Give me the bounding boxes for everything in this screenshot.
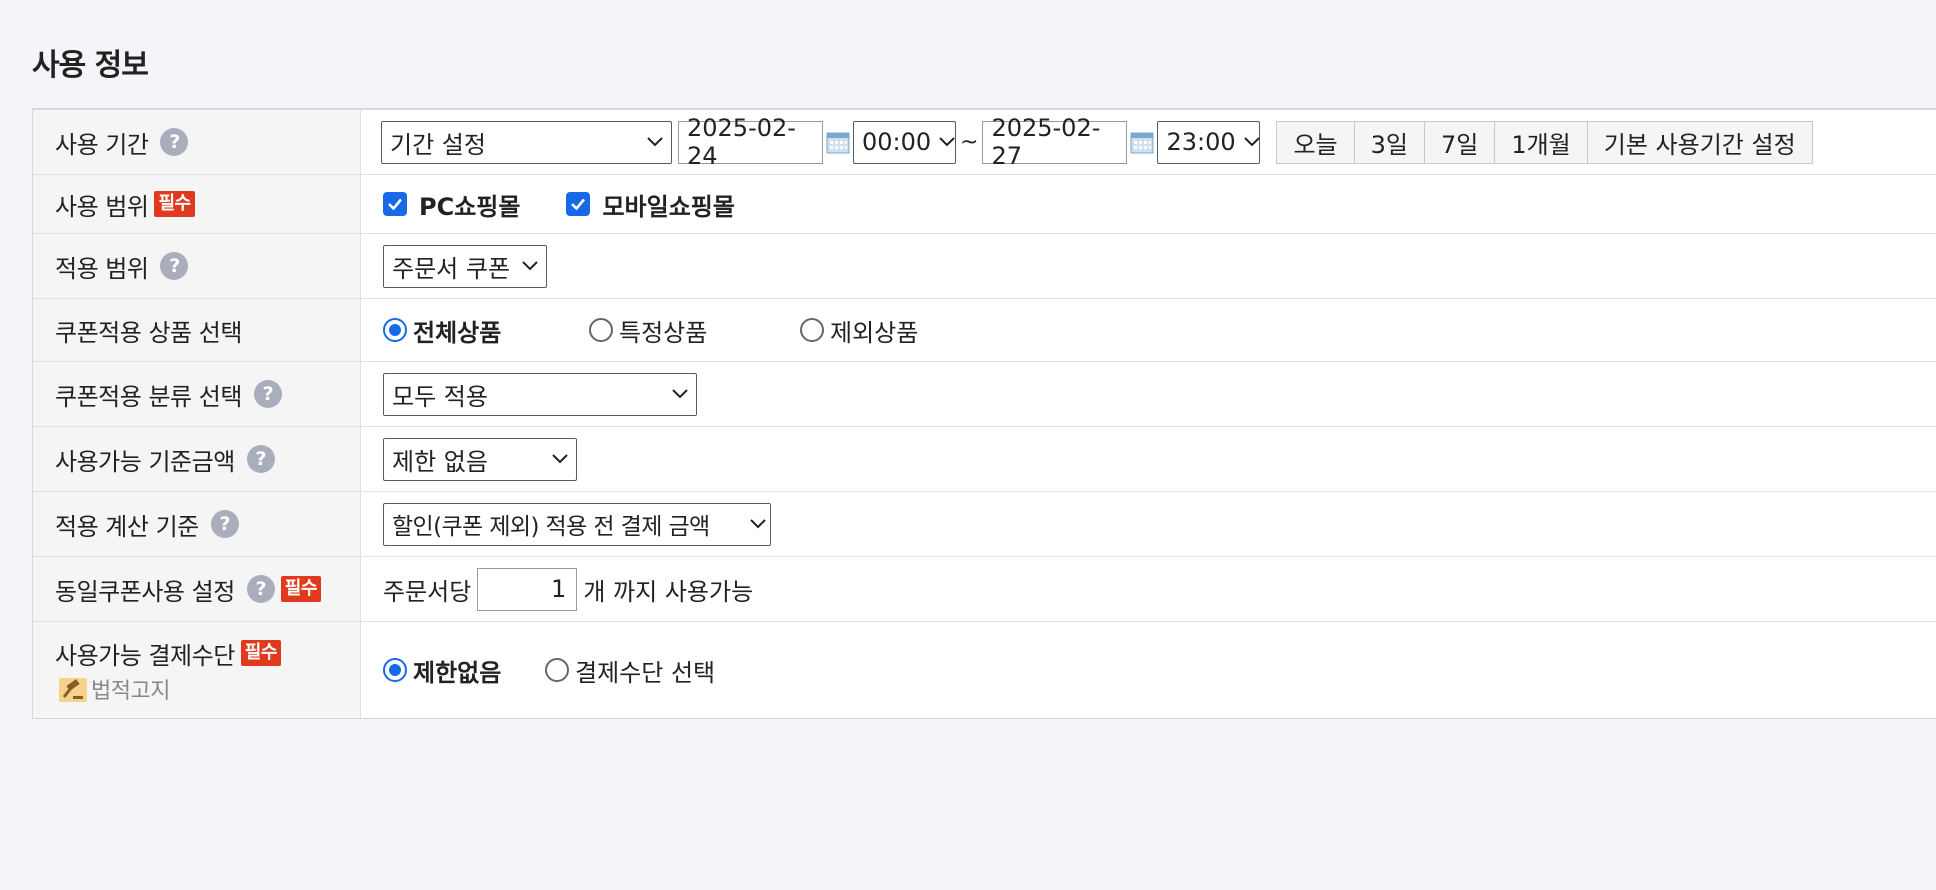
all-products-radio[interactable]: 전체상품 [383,313,589,348]
chevron-down-icon [750,519,766,529]
row-value: 주문서 쿠폰 [361,234,1936,298]
row-category-select: 쿠폰적용 분류 선택 ? 모두 적용 [33,362,1936,427]
usage-info-table: 사용 기간 ? 기간 설정 2025-02-24 00:00 ~ 2025-02… [32,108,1936,719]
row-value: 전체상품 특정상품 제외상품 [361,299,1936,361]
row-label: 사용가능 기준금액 ? [33,427,361,491]
help-icon[interactable]: ? [253,380,282,408]
required-badge: 필수 [154,191,195,217]
help-icon[interactable]: ? [160,252,189,280]
radio-selected-icon[interactable] [383,318,407,342]
row-label: 쿠폰적용 상품 선택 [33,299,361,361]
radio-icon[interactable] [545,658,569,682]
label-text: 사용 기간 [55,130,149,159]
label-text: 쿠폰적용 분류 선택 [55,382,242,411]
row-label: 사용 기간 ? [33,110,361,174]
default-period-button[interactable]: 기본 사용기간 설정 [1588,122,1812,163]
start-date-input[interactable]: 2025-02-24 [678,114,823,170]
row-label: 사용 범위 필수 [33,175,361,233]
calc-basis-select[interactable]: 할인(쿠폰 제외) 적용 전 결제 금액 [383,502,771,546]
period-separator: ~ [960,129,979,155]
usable-count-label: 개 까지 사용가능 [583,577,754,606]
calendar-icon[interactable] [1129,129,1155,155]
row-label: 사용가능 결제수단 필수 법적고지 [33,622,361,718]
label-text: 적용 계산 기준 [55,512,199,541]
row-usage-scope: 사용 범위 필수 PC쇼핑몰 모바일쇼핑몰 [33,175,1936,234]
row-value: PC쇼핑몰 모바일쇼핑몰 [361,175,1936,233]
required-badge: 필수 [240,640,281,666]
label-text: 사용가능 결제수단 [55,641,235,670]
radio-selected-icon[interactable] [383,658,407,682]
end-time-select[interactable]: 23:00 [1157,120,1261,164]
no-restriction-radio[interactable]: 제한없음 [383,653,545,688]
mobile-mall-checkbox[interactable]: 모바일쇼핑몰 [566,187,735,222]
row-value: 기간 설정 2025-02-24 00:00 ~ 2025-02-27 23:0… [361,110,1936,174]
end-date-input[interactable]: 2025-02-27 [982,114,1128,170]
row-product-select: 쿠폰적용 상품 선택 전체상품 특정상품 제외상품 [33,299,1936,362]
row-apply-scope: 적용 범위 ? 주문서 쿠폰 [33,234,1936,299]
3-days-button[interactable]: 3일 [1355,121,1425,163]
7-days-button[interactable]: 7일 [1425,121,1496,163]
min-amount-select[interactable]: 제한 없음 [383,437,577,481]
label-text: 사용 범위 [55,192,149,221]
label-text: 사용가능 기준금액 [55,447,235,476]
checkbox-checked-icon[interactable] [383,192,407,216]
chevron-down-icon [672,389,688,399]
required-badge: 필수 [280,576,321,602]
excluded-products-radio[interactable]: 제외상품 [800,313,918,348]
chevron-down-icon [1243,137,1260,147]
help-icon[interactable]: ? [246,575,275,603]
row-calc-basis: 적용 계산 기준 ? 할인(쿠폰 제외) 적용 전 결제 금액 [33,492,1936,557]
row-label: 적용 범위 ? [33,234,361,298]
chevron-down-icon [522,261,538,271]
select-payment-radio[interactable]: 결제수단 선택 [545,653,715,688]
apply-scope-select[interactable]: 주문서 쿠폰 [383,244,547,288]
chevron-down-icon [647,137,663,147]
calendar-icon[interactable] [825,129,851,155]
legal-notice-link[interactable]: 법적고지 [55,673,170,705]
row-value: 할인(쿠폰 제외) 적용 전 결제 금액 [361,492,1936,556]
section-title: 사용 정보 [32,48,149,83]
row-value: 주문서당 1 개 까지 사용가능 [361,557,1936,621]
row-value: 모두 적용 [361,362,1936,426]
label-text: 동일쿠폰사용 설정 [55,577,235,606]
1-month-button[interactable]: 1개월 [1495,121,1588,163]
period-mode-select[interactable]: 기간 설정 [381,120,672,164]
chevron-down-icon [939,137,955,147]
row-value: 제한 없음 [361,427,1936,491]
label-text: 쿠폰적용 상품 선택 [55,318,242,347]
row-label: 쿠폰적용 분류 선택 ? [33,362,361,426]
chevron-down-icon [552,454,568,464]
radio-icon[interactable] [589,318,613,342]
today-button[interactable]: 오늘 [1277,121,1355,163]
checkbox-checked-icon[interactable] [566,192,591,216]
quick-period-buttons: 오늘 3일 7일 1개월 기본 사용기간 설정 [1276,120,1813,164]
label-text: 적용 범위 [55,254,149,283]
per-order-label: 주문서당 [383,577,472,606]
row-min-amount: 사용가능 기준금액 ? 제한 없음 [33,427,1936,492]
row-label: 동일쿠폰사용 설정 ? 필수 [33,557,361,621]
pc-mall-checkbox[interactable]: PC쇼핑몰 [383,187,520,222]
label-line: 사용가능 결제수단 필수 [55,636,281,671]
start-time-select[interactable]: 00:00 [853,120,956,164]
specific-products-radio[interactable]: 특정상품 [589,313,800,348]
row-payment-method: 사용가능 결제수단 필수 법적고지 제한없음 결제수단 선택 [33,622,1936,718]
row-value: 제한없음 결제수단 선택 [361,622,1936,718]
row-usage-period: 사용 기간 ? 기간 설정 2025-02-24 00:00 ~ 2025-02… [33,110,1936,175]
help-icon[interactable]: ? [160,128,189,156]
radio-icon[interactable] [800,318,824,342]
gavel-icon [59,677,87,702]
help-icon[interactable]: ? [210,510,239,538]
help-icon[interactable]: ? [246,445,275,473]
category-select[interactable]: 모두 적용 [383,372,697,416]
row-same-coupon: 동일쿠폰사용 설정 ? 필수 주문서당 1 개 까지 사용가능 [33,557,1936,622]
row-label: 적용 계산 기준 ? [33,492,361,556]
coupon-count-input[interactable]: 1 [477,567,578,611]
